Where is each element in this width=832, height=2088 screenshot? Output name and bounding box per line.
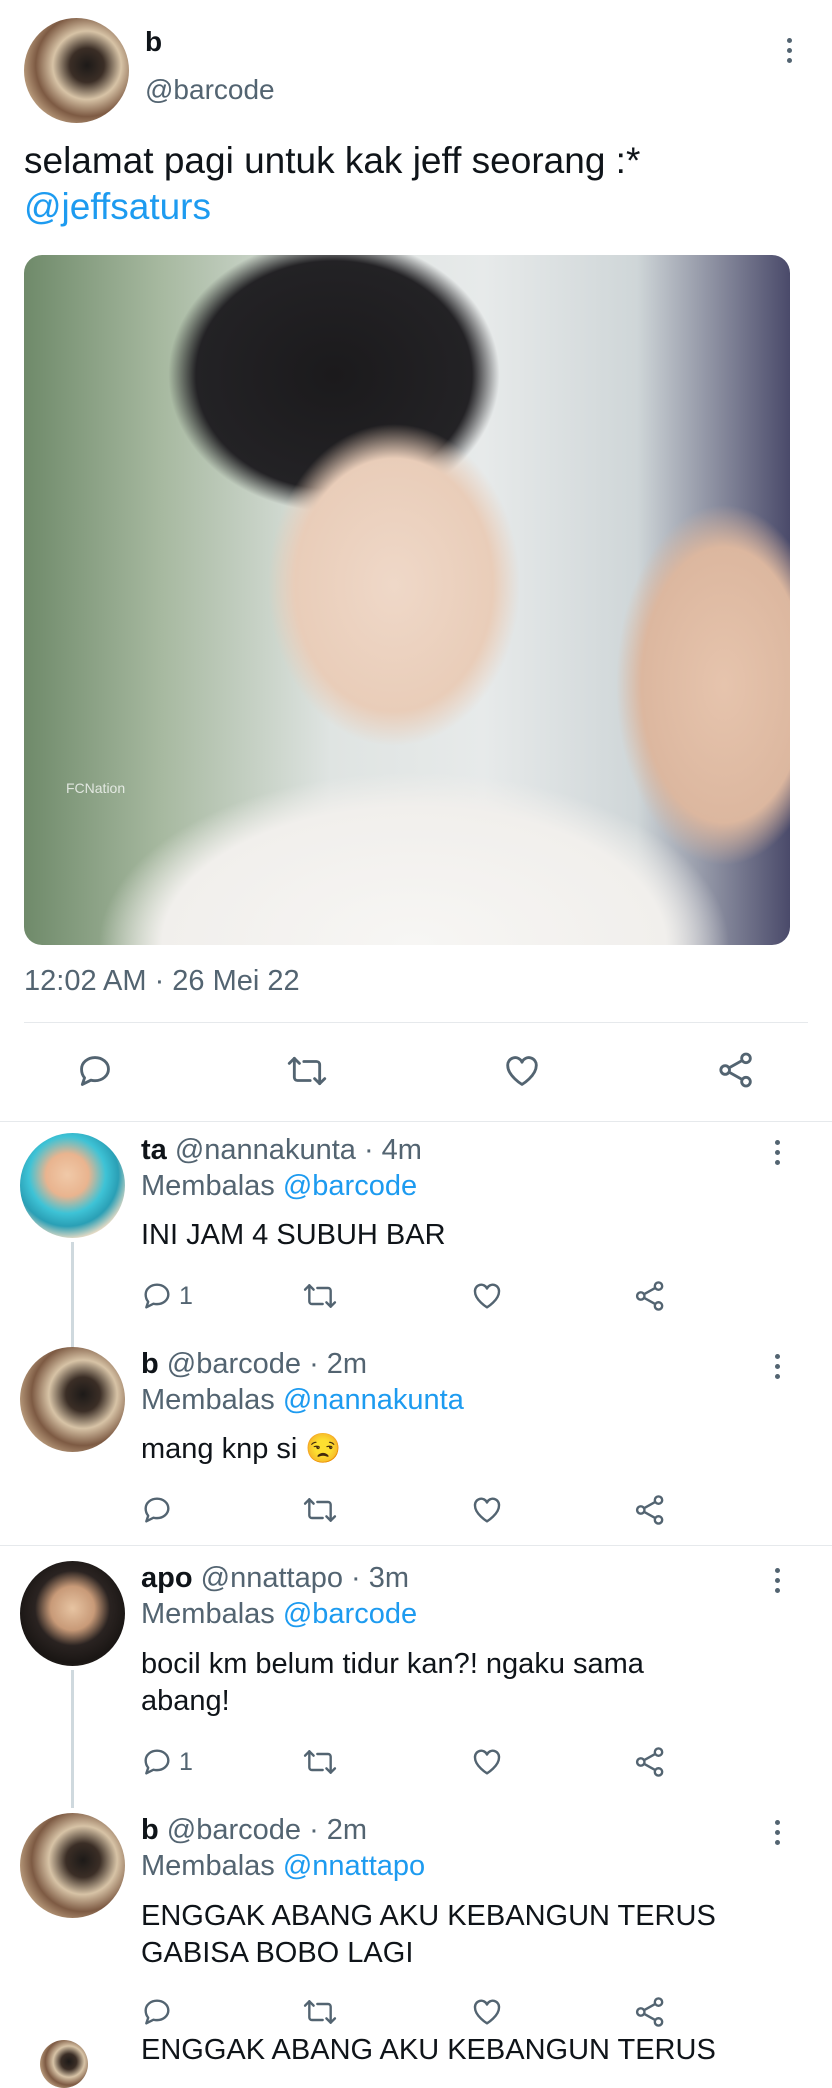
reply-icon bbox=[144, 1497, 170, 1523]
reply-author-name[interactable]: b bbox=[141, 1348, 159, 1380]
share-button[interactable] bbox=[716, 1050, 756, 1090]
avatar[interactable] bbox=[20, 1561, 125, 1666]
replying-label: Membalas bbox=[141, 1170, 275, 1202]
replying-to-link[interactable]: @barcode bbox=[283, 1598, 417, 1630]
like-button[interactable] bbox=[470, 1746, 504, 1778]
author-name[interactable]: b bbox=[145, 26, 162, 58]
reply-header: b @barcode · 2m bbox=[141, 1348, 367, 1381]
reply-author-name[interactable]: apo bbox=[141, 1562, 193, 1594]
reply-icon bbox=[80, 1056, 110, 1086]
share-button[interactable] bbox=[633, 1279, 667, 1313]
replying-label: Membalas bbox=[141, 1384, 275, 1416]
tweet-timestamp[interactable]: 12:02 AM · 26 Mei 22 bbox=[24, 965, 300, 998]
divider bbox=[24, 1022, 808, 1023]
share-icon bbox=[635, 1997, 664, 2027]
tweet-photo[interactable]: FCNation bbox=[24, 255, 790, 945]
share-button[interactable] bbox=[633, 1745, 667, 1779]
reply-meta[interactable]: @nannakunta · 4m bbox=[175, 1134, 422, 1166]
more-options-icon[interactable] bbox=[773, 1140, 781, 1165]
reply-text: mang knp si 😒 bbox=[141, 1433, 342, 1465]
retweet-button[interactable] bbox=[302, 1746, 338, 1778]
retweet-button[interactable] bbox=[302, 1996, 338, 2028]
share-icon bbox=[635, 1495, 664, 1525]
reply-button[interactable] bbox=[141, 1494, 173, 1526]
reply-meta[interactable]: @nnattapo · 3m bbox=[201, 1562, 409, 1594]
replying-to: Membalas @nnattapo bbox=[141, 1850, 425, 1883]
avatar[interactable] bbox=[20, 1133, 125, 1238]
retweet-icon bbox=[303, 1284, 337, 1308]
thread-line bbox=[71, 1670, 74, 1808]
reply-icon bbox=[144, 1283, 170, 1309]
reply-author-name[interactable]: ta bbox=[141, 1134, 167, 1166]
share-button[interactable] bbox=[633, 1995, 667, 2029]
retweet-icon bbox=[287, 1056, 327, 1086]
reply-text-line: GABISA BOBO LAGI bbox=[141, 1937, 414, 1969]
avatar[interactable] bbox=[20, 1347, 125, 1452]
reply-button[interactable] bbox=[76, 1052, 114, 1090]
replying-label: Membalas bbox=[141, 1850, 275, 1882]
avatar[interactable] bbox=[40, 2040, 88, 2088]
replying-label: Membalas bbox=[141, 1598, 275, 1630]
replying-to: Membalas @barcode bbox=[141, 1170, 417, 1203]
reply-meta[interactable]: @barcode · 2m bbox=[167, 1348, 367, 1380]
reply-count: 1 bbox=[179, 1281, 193, 1310]
photo-watermark: FCNation bbox=[66, 780, 126, 796]
tweet-mention-link[interactable]: @jeffsaturs bbox=[24, 186, 211, 228]
share-icon bbox=[719, 1052, 752, 1088]
more-options-icon[interactable] bbox=[773, 1820, 781, 1845]
heart-icon bbox=[506, 1056, 538, 1086]
avatar[interactable] bbox=[24, 18, 129, 123]
retweet-icon bbox=[303, 1750, 337, 1774]
reply-count: 1 bbox=[179, 1747, 193, 1776]
heart-icon bbox=[473, 1999, 501, 2025]
more-options-icon[interactable] bbox=[785, 38, 793, 63]
replying-to-link[interactable]: @nnattapo bbox=[283, 1850, 425, 1882]
divider bbox=[0, 1545, 832, 1546]
share-icon bbox=[635, 1281, 664, 1311]
retweet-icon bbox=[303, 2000, 337, 2024]
replying-to-link[interactable]: @nannakunta bbox=[283, 1384, 464, 1416]
reply-header: ta @nannakunta · 4m bbox=[141, 1134, 422, 1167]
reply-header: apo @nnattapo · 3m bbox=[141, 1562, 409, 1595]
heart-icon bbox=[473, 1283, 501, 1309]
reply-button[interactable]: 1 bbox=[141, 1280, 193, 1312]
tweet-text: selamat pagi untuk kak jeff seorang :* bbox=[24, 140, 641, 181]
reply-button[interactable] bbox=[141, 1996, 173, 2028]
divider bbox=[0, 1121, 832, 1122]
retweet-button[interactable] bbox=[302, 1280, 338, 1312]
reply-meta[interactable]: @barcode · 2m bbox=[167, 1814, 367, 1846]
heart-icon bbox=[473, 1497, 501, 1523]
more-options-icon[interactable] bbox=[773, 1568, 781, 1593]
like-button[interactable] bbox=[470, 1280, 504, 1312]
reply-text-line: ENGGAK ABANG AKU KEBANGUN TERUS bbox=[141, 1900, 716, 1932]
like-button[interactable] bbox=[502, 1052, 542, 1090]
reply-icon bbox=[144, 1999, 170, 2025]
retweet-button[interactable] bbox=[286, 1052, 328, 1090]
replying-to-link[interactable]: @barcode bbox=[283, 1170, 417, 1202]
reply-text-line: abang! bbox=[141, 1685, 230, 1717]
thread-line bbox=[71, 1242, 74, 1352]
share-button[interactable] bbox=[633, 1493, 667, 1527]
reply-icon bbox=[144, 1749, 170, 1775]
replying-to: Membalas @barcode bbox=[141, 1598, 417, 1631]
reply-author-name[interactable]: b bbox=[141, 1814, 159, 1846]
share-icon bbox=[635, 1747, 664, 1777]
more-options-icon[interactable] bbox=[773, 1354, 781, 1379]
like-button[interactable] bbox=[470, 1996, 504, 2028]
retweet-button[interactable] bbox=[302, 1494, 338, 1526]
reply-header: b @barcode · 2m bbox=[141, 1814, 367, 1847]
replying-to: Membalas @nannakunta bbox=[141, 1384, 464, 1417]
retweet-icon bbox=[303, 1498, 337, 1522]
like-button[interactable] bbox=[470, 1494, 504, 1526]
avatar[interactable] bbox=[20, 1813, 125, 1918]
partial-reply-text: ENGGAK ABANG AKU KEBANGUN TERUS bbox=[141, 2034, 716, 2066]
heart-icon bbox=[473, 1749, 501, 1775]
reply-text-line: bocil km belum tidur kan?! ngaku sama bbox=[141, 1648, 644, 1680]
author-handle[interactable]: @barcode bbox=[145, 74, 275, 106]
reply-button[interactable]: 1 bbox=[141, 1746, 193, 1778]
reply-text: INI JAM 4 SUBUH BAR bbox=[141, 1219, 446, 1251]
